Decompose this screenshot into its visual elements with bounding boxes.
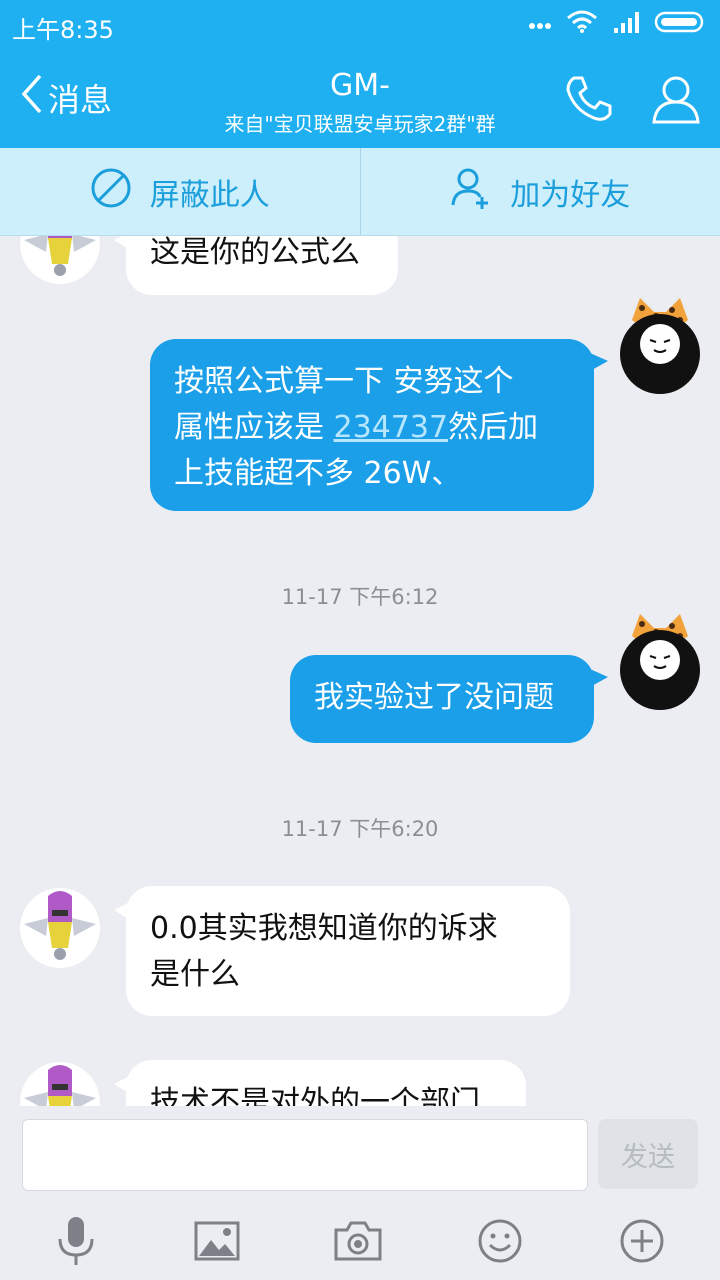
wifi-icon [566, 10, 598, 38]
send-button[interactable]: 发送 [598, 1119, 698, 1189]
message-bubble[interactable]: 0.0其实我想知道你的诉求 是什么 [114, 886, 570, 1016]
add-friend-button[interactable]: 加为好友 [361, 148, 720, 235]
plus-icon[interactable] [612, 1211, 672, 1271]
camera-icon[interactable] [328, 1211, 388, 1271]
emoji-icon[interactable] [470, 1211, 530, 1271]
image-icon[interactable] [187, 1211, 247, 1271]
avatar[interactable] [620, 298, 700, 396]
message-text: 然后加 [448, 410, 539, 445]
block-icon [90, 167, 132, 217]
message-text: 技术不是对外的一个部门 [150, 1085, 480, 1106]
title-bar: 消息 GM- 来自"宝贝联盟安卓玩家2群"群 [0, 50, 720, 148]
avatar[interactable] [20, 1062, 100, 1106]
message-text: 按照公式算一下 安努这个 [174, 364, 514, 399]
message-bubble[interactable]: 技术不是对外的一个部门 [114, 1060, 526, 1106]
add-friend-icon [450, 167, 492, 217]
more-dots-icon [528, 15, 552, 34]
message-text: 上技能超不多 26W、 [174, 456, 462, 491]
block-user-label: 屏蔽此人 [149, 177, 270, 213]
chat-area[interactable]: 这是你的公式么 按照公式算一下 安努这个 属性应该是 234737然后加 上技能… [0, 236, 720, 1106]
profile-icon[interactable] [648, 72, 704, 132]
message-bubble[interactable]: 我实验过了没问题 [290, 655, 608, 743]
phone-icon[interactable] [560, 72, 616, 132]
message-input[interactable] [22, 1119, 588, 1191]
block-user-button[interactable]: 屏蔽此人 [0, 148, 360, 235]
add-friend-label: 加为好友 [510, 177, 631, 213]
message-text: 是什么 [150, 957, 240, 992]
message-link[interactable]: 234737 [334, 410, 449, 445]
timestamp: 11-17 下午6:12 [281, 585, 439, 609]
avatar[interactable] [620, 614, 700, 712]
message-text: 我实验过了没问题 [314, 680, 554, 715]
action-bar: 屏蔽此人 加为好友 [0, 148, 720, 236]
input-bar: 发送 [0, 1106, 720, 1280]
message-text: 这是你的公式么 [150, 236, 360, 270]
avatar[interactable] [20, 236, 100, 284]
status-bar: 上午8:35 [0, 0, 720, 50]
status-time: 上午8:35 [12, 16, 114, 44]
battery-icon [654, 10, 708, 38]
message-text: 属性应该是 [174, 410, 334, 445]
message-bubble[interactable]: 按照公式算一下 安努这个 属性应该是 234737然后加 上技能超不多 26W、 [150, 339, 608, 511]
signal-icon [612, 10, 640, 38]
message-bubble[interactable]: 这是你的公式么 [114, 236, 398, 295]
input-toolbar [0, 1211, 720, 1280]
message-text: 属性应该是 234737然后加 [174, 405, 570, 451]
timestamp: 11-17 下午6:20 [281, 817, 439, 841]
avatar[interactable] [20, 888, 100, 968]
message-text: 0.0其实我想知道你的诉求 [150, 911, 498, 946]
voice-icon[interactable] [46, 1211, 106, 1271]
